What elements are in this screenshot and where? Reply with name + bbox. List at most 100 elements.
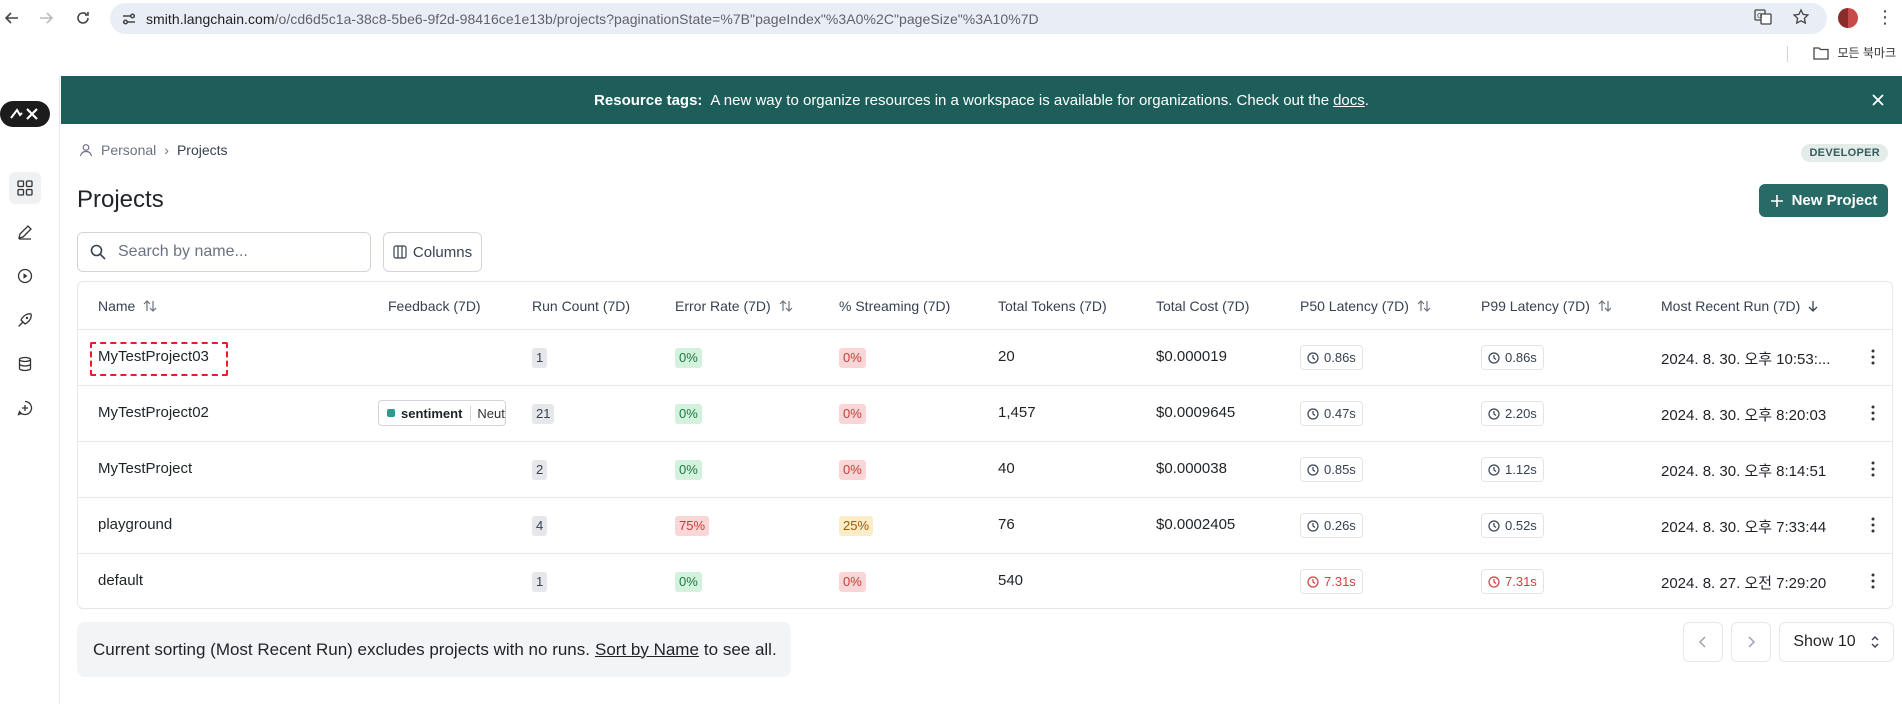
run-count: 2 — [532, 460, 548, 480]
langsmith-logo[interactable] — [0, 101, 50, 127]
p99-latency: 0.86s — [1481, 345, 1544, 370]
project-name-link[interactable]: default — [98, 572, 143, 589]
header-p99-latency[interactable]: P99 Latency (7D) — [1481, 298, 1612, 314]
table-row[interactable]: MyTestProject03 1 0% 0% 20 $0.000019 0.8… — [78, 330, 1892, 386]
sort-icon[interactable] — [143, 300, 157, 312]
chevron-up-down-icon — [1871, 636, 1879, 648]
url-text: smith.langchain.com/o/cd6d5c1a-38c8-5be6… — [146, 11, 1039, 27]
search-box[interactable] — [77, 232, 371, 272]
table-row[interactable]: MyTestProject 2 0% 0% 40 $0.000038 0.85s… — [78, 442, 1892, 498]
total-tokens: 540 — [998, 572, 1024, 589]
header-error-rate[interactable]: Error Rate (7D) — [675, 298, 793, 314]
page-size-select[interactable]: Show 10 — [1779, 622, 1894, 662]
deploy-rocket-icon[interactable] — [9, 304, 41, 336]
row-menu-icon[interactable] — [1868, 571, 1878, 591]
banner-label: Resource tags: — [594, 91, 703, 109]
annotate-pen-icon[interactable] — [9, 216, 41, 248]
sort-icon[interactable] — [779, 300, 793, 312]
reload-icon[interactable] — [71, 6, 95, 30]
total-tokens: 76 — [998, 516, 1015, 533]
total-tokens: 20 — [998, 348, 1015, 365]
prompts-chat-icon[interactable] — [9, 392, 41, 424]
row-menu-icon[interactable] — [1868, 515, 1878, 535]
total-cost: $0.000019 — [1156, 348, 1227, 365]
sort-icon[interactable] — [1417, 300, 1431, 312]
search-icon — [90, 244, 106, 260]
table-row[interactable]: playground 4 75% 25% 76 $0.0002405 0.26s… — [78, 498, 1892, 554]
main-content: Personal › Projects DEVELOPER Projects N… — [61, 124, 1902, 704]
datasets-database-icon[interactable] — [9, 348, 41, 380]
feedback-chip[interactable]: sentiment Neut — [378, 400, 506, 426]
translate-icon[interactable]: G — [1753, 8, 1773, 26]
header-p50-latency[interactable]: P50 Latency (7D) — [1300, 298, 1431, 314]
breadcrumb: Personal › Projects — [79, 142, 228, 158]
bookmark-star-icon[interactable] — [1791, 8, 1811, 26]
breadcrumb-personal[interactable]: Personal — [101, 142, 156, 158]
langsmith-app: Resource tags: A new way to organize res… — [0, 76, 1902, 704]
header-name[interactable]: Name — [98, 298, 157, 314]
header-total-cost[interactable]: Total Cost (7D) — [1156, 298, 1249, 314]
notice-text: Current sorting (Most Recent Run) exclud… — [93, 639, 590, 659]
next-page-button[interactable] — [1731, 622, 1771, 662]
p99-latency: 0.52s — [1481, 513, 1544, 538]
previous-page-button[interactable] — [1683, 622, 1723, 662]
new-project-button[interactable]: New Project — [1759, 184, 1888, 217]
clock-icon — [1488, 407, 1500, 420]
clock-icon — [1307, 351, 1319, 364]
forward-arrow-icon[interactable] — [34, 6, 58, 30]
feedback-value: Neut — [470, 405, 505, 421]
row-menu-icon[interactable] — [1868, 403, 1878, 423]
header-total-tokens[interactable]: Total Tokens (7D) — [998, 298, 1107, 314]
p99-latency: 1.12s — [1481, 457, 1544, 482]
header-run-count[interactable]: Run Count (7D) — [532, 298, 630, 314]
sort-by-name-link[interactable]: Sort by Name — [595, 640, 699, 660]
site-settings-icon[interactable] — [120, 10, 138, 28]
total-tokens: 1,457 — [998, 404, 1036, 421]
table-row[interactable]: MyTestProject02 sentiment Neut 21 0% 0% … — [78, 386, 1892, 442]
back-arrow-icon[interactable] — [0, 6, 24, 30]
profile-avatar[interactable] — [1838, 8, 1858, 28]
bookmarks-divider — [1787, 46, 1788, 62]
search-input[interactable] — [118, 243, 348, 261]
row-menu-icon[interactable] — [1868, 347, 1878, 367]
header-most-recent-run[interactable]: Most Recent Run (7D) — [1661, 298, 1818, 314]
chrome-menu-icon[interactable]: ⋮ — [1876, 6, 1894, 28]
header-feedback[interactable]: Feedback (7D) — [388, 298, 481, 314]
clock-icon — [1307, 407, 1319, 420]
total-cost: $0.000038 — [1156, 460, 1227, 477]
row-menu-icon[interactable] — [1868, 459, 1878, 479]
clock-icon — [1307, 519, 1319, 532]
plus-icon — [1770, 194, 1783, 207]
project-name-link[interactable]: MyTestProject — [98, 460, 192, 477]
all-bookmarks[interactable]: 모든 북마크 — [1813, 44, 1896, 61]
sort-icon[interactable] — [1598, 300, 1612, 312]
clock-icon — [1307, 575, 1319, 588]
streaming-rate: 0% — [839, 348, 866, 368]
error-rate: 0% — [675, 404, 702, 424]
error-rate: 75% — [675, 516, 710, 536]
svg-text:G: G — [1757, 12, 1762, 20]
page-title: Projects — [77, 186, 164, 213]
address-bar[interactable]: smith.langchain.com/o/cd6d5c1a-38c8-5be6… — [110, 3, 1827, 34]
columns-icon — [393, 245, 407, 259]
columns-label: Columns — [412, 243, 473, 261]
table-row[interactable]: default 1 0% 0% 540 7.31s 7.31s 2024. 8.… — [78, 554, 1892, 608]
project-name-link[interactable]: playground — [98, 516, 172, 533]
sort-descending-icon[interactable] — [1808, 300, 1818, 312]
sidebar — [0, 76, 60, 704]
columns-button[interactable]: Columns — [383, 232, 482, 272]
p99-latency: 7.31s — [1481, 569, 1544, 594]
chevron-right-icon — [1748, 636, 1756, 648]
header-streaming[interactable]: % Streaming (7D) — [839, 298, 950, 314]
project-name-link[interactable]: MyTestProject02 — [98, 404, 209, 421]
close-icon[interactable] — [1868, 90, 1888, 110]
run-count: 1 — [532, 348, 548, 368]
streaming-rate: 0% — [839, 572, 866, 592]
banner-docs-link[interactable]: docs — [1333, 92, 1365, 109]
p50-latency: 0.47s — [1300, 401, 1363, 426]
playground-play-icon[interactable] — [9, 260, 41, 292]
projects-nav-icon[interactable] — [9, 172, 41, 204]
project-name-link[interactable]: MyTestProject03 — [98, 348, 209, 365]
sorting-notice: Current sorting (Most Recent Run) exclud… — [77, 622, 791, 677]
clock-icon — [1488, 575, 1500, 588]
